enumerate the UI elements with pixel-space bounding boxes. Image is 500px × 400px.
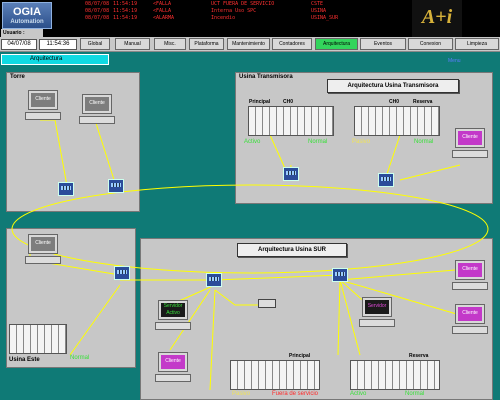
transmisora-client[interactable]: Cliente xyxy=(452,128,488,160)
transmisora-normal-status-2: Normal xyxy=(414,139,434,145)
sur-pasivo-status: Pasivo xyxy=(232,391,251,397)
este-label: Usina Este xyxy=(9,357,40,363)
este-client[interactable]: Cliente xyxy=(25,234,61,266)
sur-title: Arquitectura Usina SUR xyxy=(237,243,347,257)
sur-client-1[interactable]: Cliente xyxy=(155,352,191,384)
transmisora-pasivo-status: Pasivo xyxy=(352,139,371,145)
transmisora-rack-principal[interactable]: Principal CH0 xyxy=(248,99,334,136)
sur-client-3[interactable]: Cliente xyxy=(452,304,488,336)
transmisora-rack-reserva[interactable]: CH0 Reserva xyxy=(354,99,440,136)
este-normal-status: Normal xyxy=(70,355,90,361)
sur-rack-principal[interactable]: Principal xyxy=(230,353,320,390)
sur-server-1[interactable]: Servidor Activo xyxy=(155,300,191,332)
sur-activo-status: Activo xyxy=(350,391,367,397)
torre-switch-1[interactable] xyxy=(58,182,74,196)
sur-switch-1[interactable] xyxy=(206,273,222,287)
sur-fuera-status: Fuera de servicio xyxy=(272,391,319,397)
network-lines xyxy=(11,119,489,391)
sur-switch-2[interactable] xyxy=(332,268,348,282)
sur-normal-status: Normal xyxy=(405,391,425,397)
este-rack[interactable] xyxy=(9,324,67,354)
torre-switch-2[interactable] xyxy=(108,179,124,193)
sur-client-2[interactable]: Cliente xyxy=(452,260,488,292)
transmisora-switch-1[interactable] xyxy=(283,167,299,181)
transmisora-title: Arquitectura Usina Transmisora xyxy=(327,79,459,93)
sur-rack-reserva[interactable]: Reserva xyxy=(350,353,440,390)
sur-server-2[interactable]: Servidor xyxy=(359,297,395,329)
printer-icon xyxy=(258,299,276,308)
transmisora-switch-2[interactable] xyxy=(378,173,394,187)
transmisora-normal-status: Normal xyxy=(308,139,328,145)
torre-client-2[interactable]: Cliente xyxy=(79,94,115,126)
torre-label: Torre xyxy=(10,74,25,80)
transmisora-label: Usina Transmisora xyxy=(239,74,293,80)
este-switch[interactable] xyxy=(114,266,130,280)
transmisora-activo-status: Activo xyxy=(244,139,261,145)
torre-client-1[interactable]: Cliente xyxy=(25,90,61,122)
